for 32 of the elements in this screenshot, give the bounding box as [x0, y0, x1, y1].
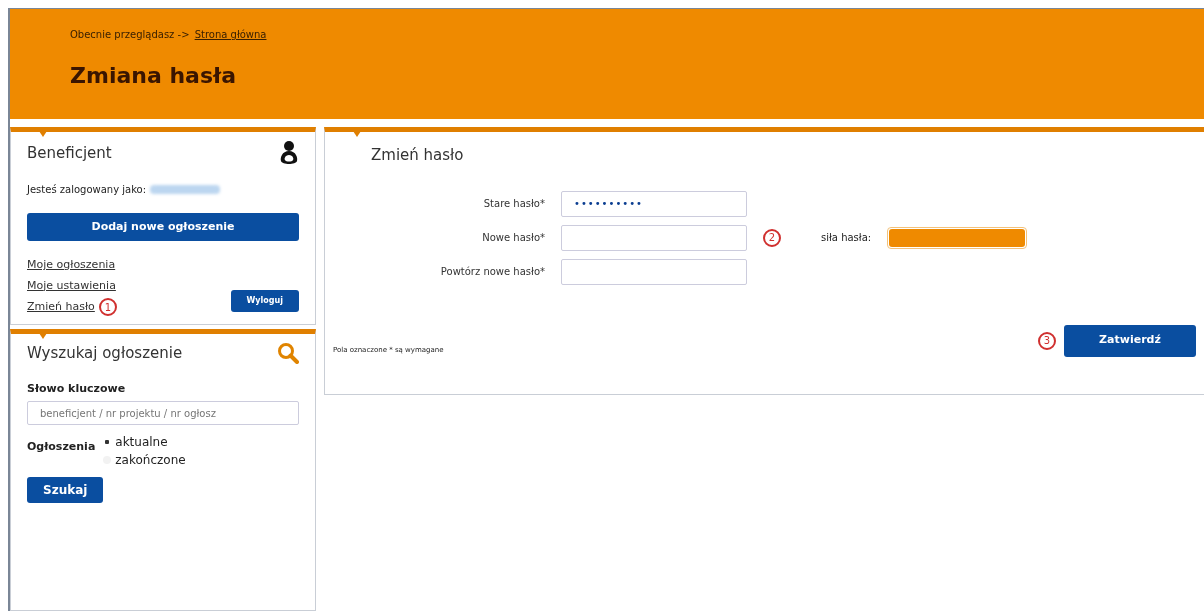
field-label: Stare hasło* — [482, 197, 545, 211]
panel-title: Wyszukaj ogłoszenie — [27, 343, 183, 364]
redacted-username — [150, 185, 221, 194]
step-marker: 3 — [1038, 331, 1056, 350]
radio-label: aktualne — [115, 434, 168, 451]
menu-link[interactable]: Moje ustawienia — [27, 277, 116, 294]
search-button[interactable]: Szukaj — [27, 477, 104, 503]
page-title: Zmiana hasła — [70, 62, 238, 90]
form-title: Zmień hasło — [370, 145, 465, 166]
field-label: Powtórz nowe hasło* — [439, 265, 545, 279]
breadcrumb-link[interactable]: Strona główna — [194, 29, 267, 40]
user-icon — [279, 140, 299, 166]
strength-label: siła hasła: — [821, 231, 872, 245]
step-marker: 1 — [98, 298, 117, 316]
radio-label: zakończone — [115, 452, 186, 469]
menu-link[interactable]: Zmień hasło — [27, 298, 95, 316]
add-listing-button[interactable]: Dodaj nowe ogłoszenie — [27, 213, 299, 241]
menu-link[interactable]: Moje ogłoszenia — [27, 257, 116, 274]
input-field[interactable] — [561, 224, 747, 251]
logout-button[interactable]: Wyloguj — [230, 290, 299, 312]
step-marker: 2 — [763, 228, 781, 247]
field-label: Słowo kluczowe — [27, 380, 127, 397]
logged-in-label: Jesteś zalogowany jako: — [27, 183, 147, 197]
field-label: Nowe hasło* — [481, 231, 545, 245]
filter-label: Ogłoszenia — [27, 439, 96, 455]
panel-title: Beneficjent — [27, 142, 112, 164]
search-icon — [277, 342, 299, 365]
breadcrumb-label: Obecnie przeglądasz -> — [70, 29, 190, 40]
submit-button[interactable]: Zatwierdź — [1064, 324, 1196, 357]
keyword-field[interactable]: beneficjent / nr projektu / nr ogłosz — [27, 401, 299, 425]
input-field[interactable] — [561, 258, 747, 285]
password-field[interactable]: •••••••••• — [561, 190, 747, 217]
